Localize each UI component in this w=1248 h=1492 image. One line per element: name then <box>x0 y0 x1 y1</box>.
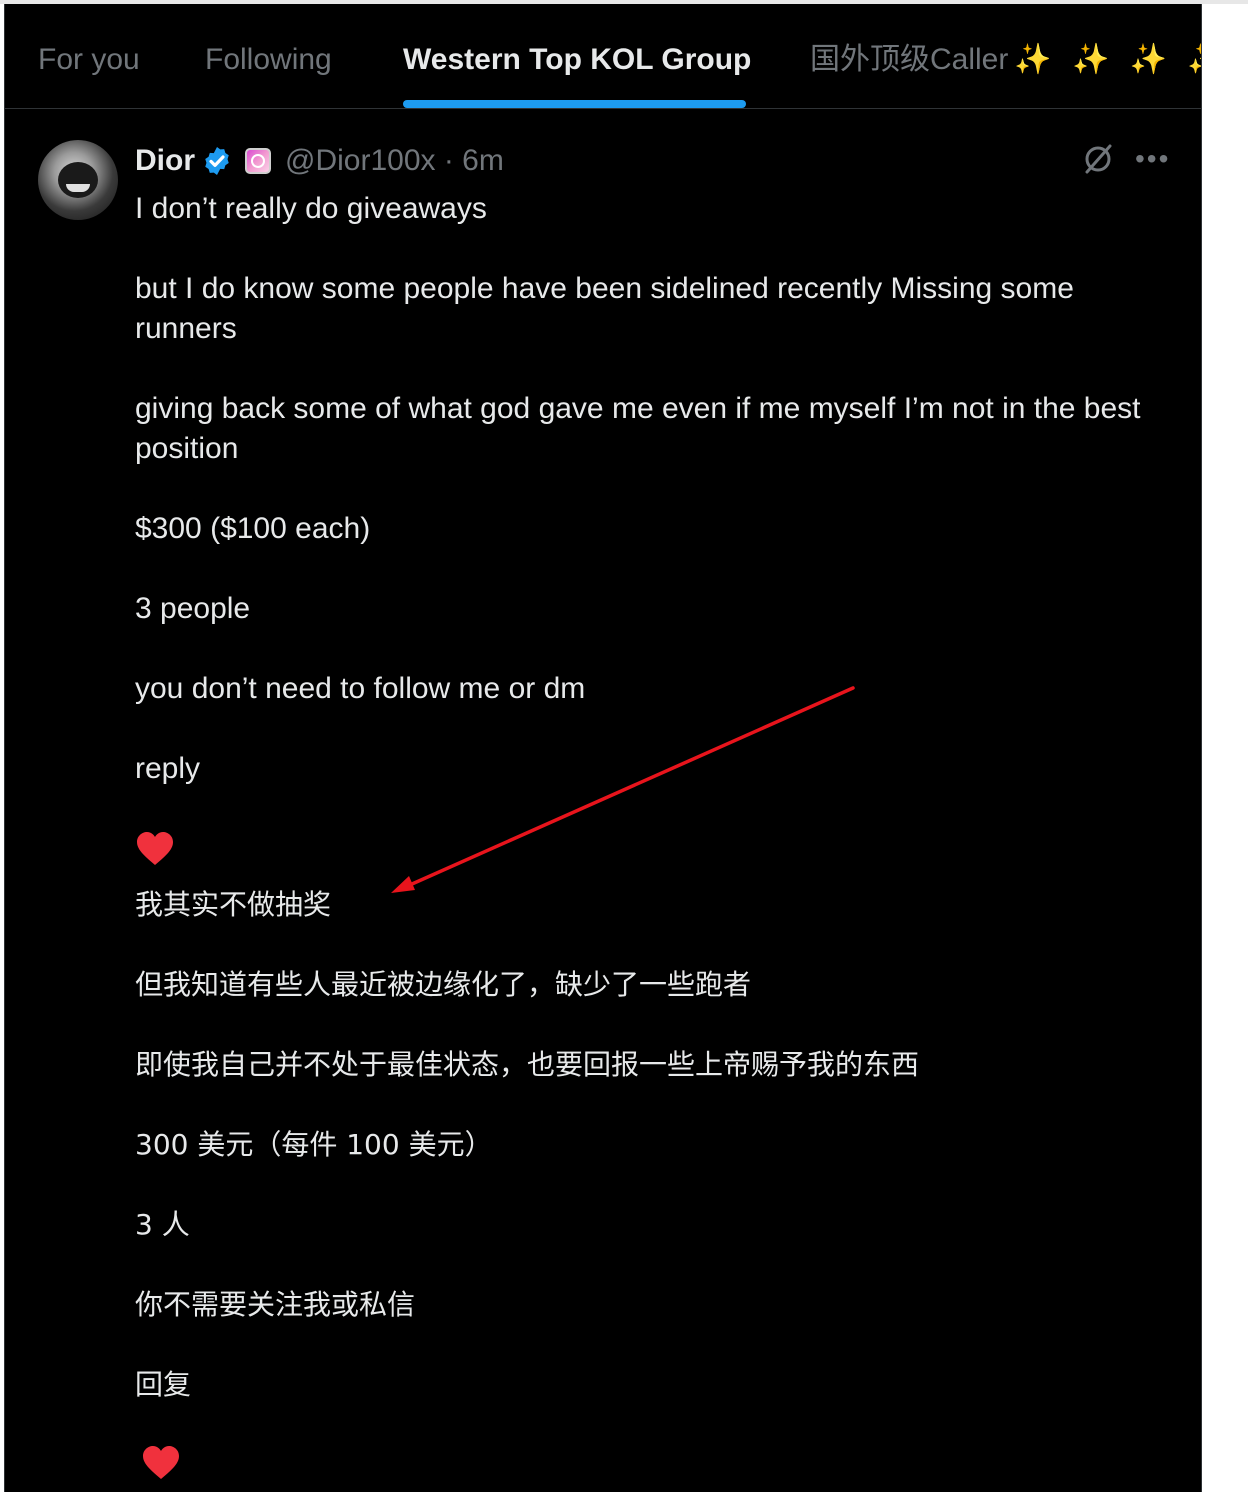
tweet-text-line: 3 people <box>135 592 251 625</box>
tweet-text-line-cn: 3 人 <box>135 1208 190 1241</box>
heart-icon <box>137 832 173 865</box>
tweet-text-line: you don’t need to follow me or dm <box>135 672 586 705</box>
tweet-text-line-cn: 即使我自己并不处于最佳状态，也要回报一些上帝赐予我的东西 <box>135 1048 920 1081</box>
page-margin <box>1201 4 1248 1492</box>
tab-following[interactable]: Following <box>205 40 332 80</box>
tweet-text-line-cn: 我其实不做抽奖 <box>135 888 332 921</box>
affiliate-badge-icon[interactable] <box>245 148 271 174</box>
tweet-header: Dior @Dior100x · 6m <box>135 139 504 183</box>
heart-icon <box>143 1446 179 1479</box>
tab-western-top-kol-group[interactable]: Western Top KOL Group <box>403 40 751 80</box>
tweet-text-line-cn: 回复 <box>135 1368 192 1401</box>
tweet-text-line: giving back some of what god gave me eve… <box>135 392 1141 465</box>
tab-chinese-top-caller[interactable]: 国外顶级Caller✨ ✨ ✨ ✨ <box>810 40 1201 80</box>
avatar[interactable] <box>38 140 118 220</box>
tweet-text-line: reply <box>135 752 201 785</box>
more-icon[interactable]: ••• <box>1135 144 1169 174</box>
timeline-panel: For you Following Western Top KOL Group … <box>4 4 1202 1492</box>
handle-and-time[interactable]: @Dior100x · 6m <box>285 144 504 178</box>
tweet-text-line-cn: 300 美元（每件 100 美元） <box>135 1128 493 1161</box>
tab-for-you[interactable]: For you <box>38 40 140 80</box>
tweet-text-line: I don’t really do giveaways <box>135 192 487 225</box>
tweet-text-line-cn: 你不需要关注我或私信 <box>135 1288 416 1321</box>
tab-label: 国外顶级Caller <box>810 43 1009 76</box>
timeline-tabs: For you Following Western Top KOL Group … <box>5 4 1201 109</box>
sparkles-icon: ✨ ✨ ✨ ✨ <box>1014 43 1201 76</box>
author-name[interactable]: Dior <box>135 144 195 178</box>
tweet-text-line: $300 ($100 each) <box>135 512 371 545</box>
tweet[interactable]: Dior @Dior100x · 6m ••• I don’t really d… <box>5 109 1201 1492</box>
tweet-text-line-cn: 但我知道有些人最近被边缘化了，缺少了一些跑者 <box>135 968 752 1001</box>
active-tab-indicator <box>403 100 746 108</box>
grok-icon[interactable] <box>1081 142 1115 176</box>
tweet-text-line: but I do know some people have been side… <box>135 272 1074 345</box>
avatar-face <box>58 162 98 198</box>
verified-badge-icon <box>205 147 229 175</box>
